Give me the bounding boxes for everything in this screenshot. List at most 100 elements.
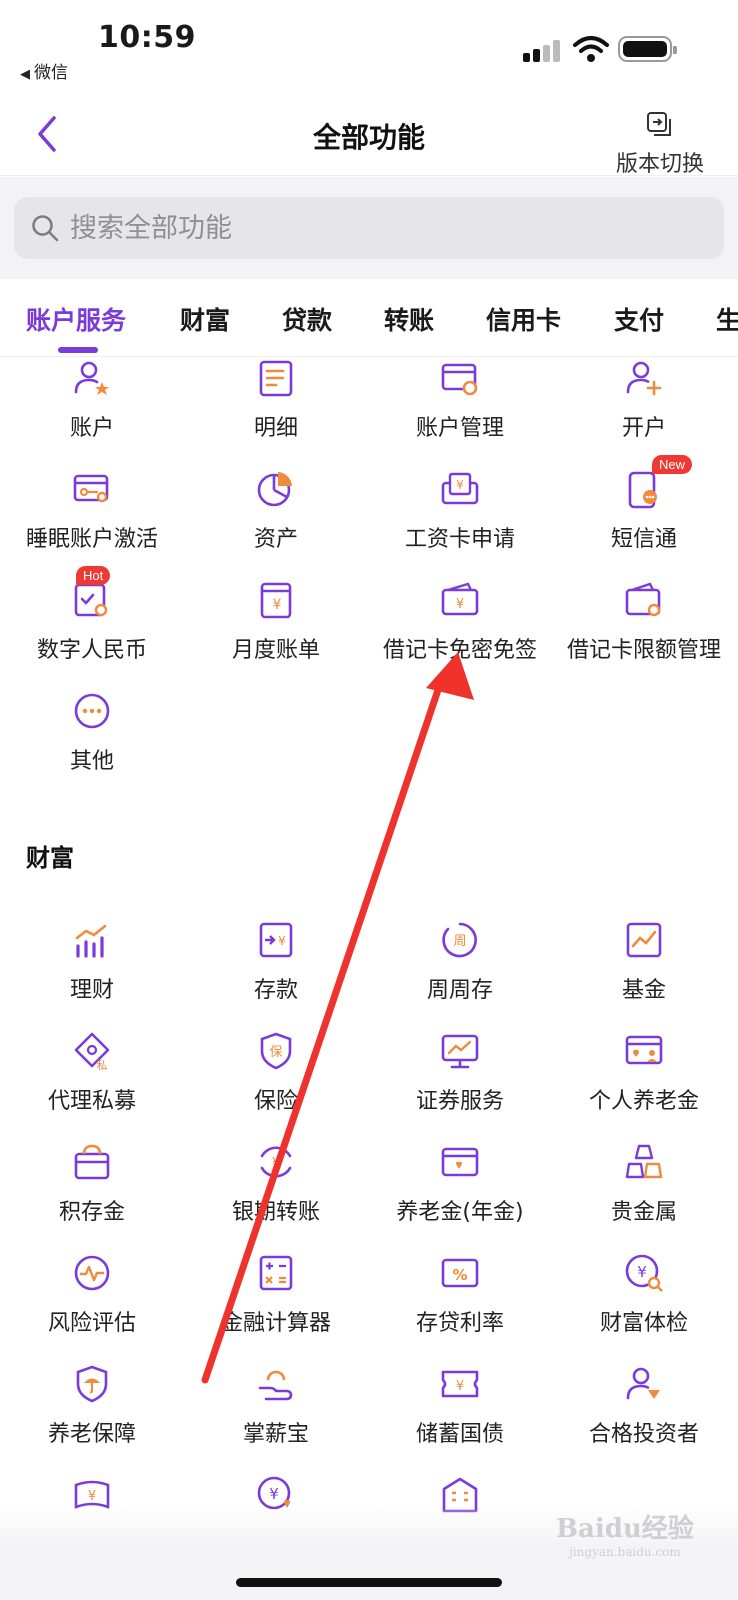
grid-item-label: 代理私募: [47, 1089, 136, 1114]
svg-text:¥: ¥: [456, 478, 464, 492]
tab-payment[interactable]: 支付: [614, 301, 664, 337]
grid-item-gold-accumulation[interactable]: 积存金: [0, 1142, 184, 1254]
grid-item-monthly-bill[interactable]: ¥ 月度账单: [184, 580, 368, 692]
svg-text:¥: ¥: [637, 1263, 647, 1281]
grid-item-salary-treasure[interactable]: 掌薪宝: [184, 1364, 368, 1476]
search-area: [0, 177, 738, 279]
grid-item-label: 证券服务: [415, 1089, 504, 1114]
grid-item-salary-card-application[interactable]: ¥ 工资卡申请: [368, 469, 552, 581]
tab-loans[interactable]: 贷款: [282, 301, 332, 337]
tab-wealth[interactable]: 财富: [180, 301, 230, 337]
salary-card-icon: ¥: [441, 472, 479, 505]
grid-item-label: 个人养老金: [588, 1089, 699, 1114]
svg-text:¥: ¥: [456, 597, 464, 612]
back-triangle-icon: ◀: [20, 67, 30, 82]
grid-item-savings-bonds[interactable]: ¥ 储蓄国债: [368, 1364, 552, 1476]
grid-item-digital-rmb[interactable]: Hot 数字人民币: [0, 566, 184, 692]
grid-item-assets[interactable]: 资产: [184, 469, 368, 581]
grid-item-interest-rates[interactable]: % 存贷利率: [368, 1253, 552, 1365]
grid-item-label: 养老金(年金): [396, 1200, 524, 1225]
tab-transfer[interactable]: 转账: [384, 301, 434, 337]
fund-chart-icon: [626, 922, 662, 958]
grid-item-other[interactable]: 其他: [0, 691, 184, 803]
grid-item-precious-metals[interactable]: 贵金属: [552, 1142, 736, 1254]
user-star-icon: [74, 361, 109, 395]
svg-text:保: 保: [269, 1045, 282, 1060]
grid-item-deposit[interactable]: ¥ 存款: [184, 920, 368, 1032]
svg-text:私: 私: [97, 1059, 108, 1071]
tab-account-services[interactable]: 账户服务: [26, 301, 126, 337]
grid-item-financial-calculator[interactable]: 金融计算器: [184, 1253, 368, 1365]
weekly-icon: 周: [442, 922, 477, 958]
bond-ticket-icon: ¥: [441, 1370, 479, 1398]
wealth-check-icon: ¥: [625, 1254, 663, 1292]
grid-item-label: 财富体检: [599, 1311, 688, 1336]
bar-trend-icon: [75, 924, 107, 958]
grid-item-label: 工资卡申请: [404, 527, 515, 552]
grid-item-pension-security[interactable]: 养老保障: [0, 1364, 184, 1476]
annuity-card-icon: [441, 1147, 479, 1177]
back-to-app-link[interactable]: ◀ 微信: [20, 58, 68, 83]
risk-pulse-icon: [74, 1255, 110, 1291]
grid-item-label: 存款: [253, 978, 298, 1003]
grid-item-label: 账户: [69, 416, 114, 441]
search-icon: [32, 215, 59, 242]
bill-icon: ¥: [260, 582, 292, 619]
grid-item-label: 周周存: [426, 978, 493, 1003]
nav-bar: 全部功能 版本切换: [0, 92, 738, 178]
grid-item-qualified-investor[interactable]: 合格投资者: [552, 1364, 736, 1476]
list-doc-icon: [259, 360, 293, 397]
grid-item-debit-card-limit-management[interactable]: 借记卡限额管理: [552, 580, 736, 692]
pie-chart-icon: [257, 472, 292, 507]
pension-card-icon: [625, 1035, 663, 1065]
grid-item-dormant-account-activation[interactable]: 睡眠账户激活: [0, 469, 184, 581]
grid-item-account[interactable]: 账户: [0, 358, 184, 470]
search-input[interactable]: [70, 212, 670, 244]
category-tabs: 账户服务 财富 贷款 转账 信用卡 支付 生: [0, 279, 738, 357]
svg-text:周: 周: [453, 934, 466, 949]
grid-item-personal-pension[interactable]: 个人养老金: [552, 1031, 736, 1143]
grid-item-account-management[interactable]: 账户管理: [368, 358, 552, 470]
grid-item-label: 基金: [621, 978, 666, 1003]
grid-item-risk-assessment[interactable]: 风险评估: [0, 1253, 184, 1365]
grid-item-open-account[interactable]: 开户: [552, 358, 736, 470]
grid-item-wealth-management[interactable]: 理财: [0, 920, 184, 1032]
gold-bars-icon: [625, 1144, 663, 1179]
search-box[interactable]: [14, 197, 724, 259]
digital-rmb-icon: [74, 583, 108, 617]
version-switch-button[interactable]: 版本切换: [610, 110, 710, 178]
building-icon: [442, 1477, 478, 1513]
hand-coin-icon: [258, 1370, 293, 1401]
grid-item-fund[interactable]: 基金: [552, 920, 736, 1032]
tab-life[interactable]: 生: [716, 301, 738, 337]
more-dots-icon: [74, 693, 110, 729]
grid-item-label: 贵金属: [610, 1200, 677, 1225]
svg-text:¥: ¥: [272, 1156, 280, 1171]
watermark-site: jingyan.baidu.com: [569, 1545, 681, 1559]
grid-item-sms-service[interactable]: New 短信通: [552, 455, 736, 581]
bank-futures-icon: ¥: [260, 1146, 292, 1178]
grid-item-insurance[interactable]: 保 保险: [184, 1031, 368, 1143]
grid-item-weekly-deposit[interactable]: 周 周周存: [368, 920, 552, 1032]
grid-item-label: 金融计算器: [220, 1311, 331, 1336]
grid-item-bank-futures-transfer[interactable]: ¥ 银期转账: [184, 1142, 368, 1254]
grid-item-wealth-checkup[interactable]: ¥ 财富体检: [552, 1253, 736, 1365]
wallet-yuan-icon: ¥: [441, 582, 479, 616]
user-plus-icon: [626, 361, 662, 396]
grid-item-details[interactable]: 明细: [184, 358, 368, 470]
tab-credit-card[interactable]: 信用卡: [486, 301, 561, 337]
grid-item-annuity[interactable]: 养老金(年金): [368, 1142, 552, 1254]
card-gear-icon: [441, 363, 478, 396]
home-indicator[interactable]: [236, 1578, 502, 1587]
grid-item-debit-card-password-free[interactable]: ¥ 借记卡免密免签: [368, 580, 552, 692]
hot-badge: Hot: [76, 566, 111, 585]
back-app-label: 微信: [34, 63, 68, 83]
cellular-signal-icon: [523, 40, 563, 62]
grid-item-securities-service[interactable]: 证券服务: [368, 1031, 552, 1143]
baidu-watermark: Baidu经验 jingyan.baidu.com: [556, 1508, 694, 1559]
grid-item-private-fund[interactable]: 私 代理私募: [0, 1031, 184, 1143]
grid-item-label: 存贷利率: [415, 1311, 504, 1336]
grid-item-label: 资产: [253, 527, 298, 552]
battery-icon: [618, 36, 677, 62]
status-bar: 10:59 ◀ 微信: [0, 0, 738, 92]
